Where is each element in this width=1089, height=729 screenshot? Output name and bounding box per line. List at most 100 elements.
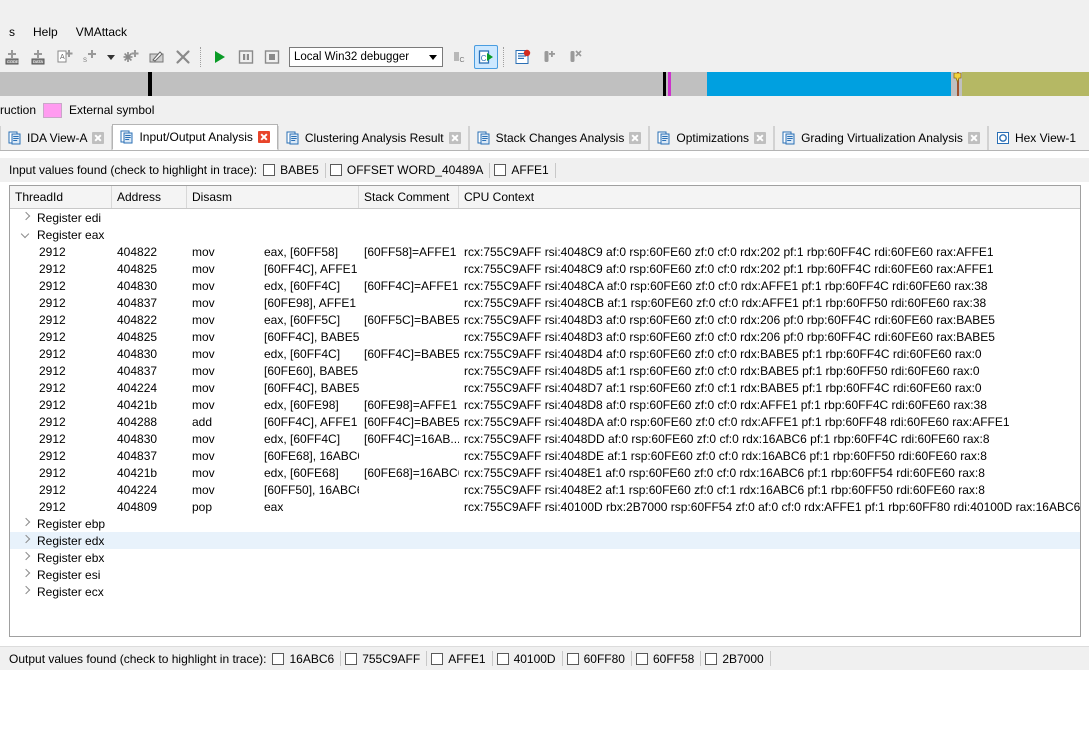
run-button[interactable] bbox=[208, 45, 232, 69]
input-value-item-affe1[interactable]: AFFE1 bbox=[494, 163, 554, 177]
make-struct-button[interactable]: S bbox=[79, 45, 103, 69]
menu-item-vmattack[interactable]: VMAttack bbox=[67, 22, 136, 42]
tab-grading-virtualization-analysis[interactable]: Grading Virtualization Analysis bbox=[774, 126, 988, 150]
breakpoint-delete-icon bbox=[570, 50, 582, 62]
output-value-item-60ff80[interactable]: 60FF80 bbox=[566, 652, 631, 666]
chevron-down-icon[interactable] bbox=[22, 230, 31, 239]
chevron-right-icon[interactable] bbox=[22, 570, 31, 579]
make-data-button[interactable]: DATA bbox=[27, 45, 51, 69]
tab-close-button[interactable] bbox=[754, 132, 767, 144]
output-value-item-755c9aff[interactable]: 755C9AFF bbox=[345, 652, 426, 666]
table-row[interactable]: 2912 404830 mov edx, [60FF4C] [60FF4C]=AFFE1… bbox=[10, 277, 1080, 294]
column-header-disasm[interactable]: Disasm bbox=[187, 186, 359, 208]
stop-button[interactable] bbox=[260, 45, 284, 69]
table-row[interactable]: 2912 404825 mov [60FF4C], AFFE1 rcx:755C9AFF… bbox=[10, 260, 1080, 277]
undefine-button[interactable] bbox=[171, 45, 195, 69]
step-into-button[interactable]: C bbox=[474, 45, 498, 69]
output-value-item-affe1[interactable]: AFFE1 bbox=[431, 652, 491, 666]
make-code-button[interactable]: CODE bbox=[1, 45, 25, 69]
table-row[interactable]: 2912 404837 mov [60FE98], AFFE1 rcx:755C9AFF… bbox=[10, 294, 1080, 311]
output-value-item-40100d[interactable]: 40100D bbox=[496, 652, 562, 666]
table-row[interactable]: 2912 404837 mov [60FE68], 16ABC6 rcx:755C9AF… bbox=[10, 447, 1080, 464]
navigator-band[interactable] bbox=[0, 72, 1089, 96]
table-group-row[interactable]: Register esi bbox=[10, 566, 1080, 583]
table-group-row[interactable]: Register ecx bbox=[10, 583, 1080, 600]
table-row[interactable]: 2912 404830 mov edx, [60FF4C] [60FF4C]=16AB.… bbox=[10, 430, 1080, 447]
table-row[interactable]: 2912 404822 mov eax, [60FF5C] [60FF5C]=BABE5… bbox=[10, 311, 1080, 328]
rename-button[interactable] bbox=[145, 45, 169, 69]
tab-close-button[interactable] bbox=[257, 131, 270, 143]
table-row[interactable]: 2912 404224 mov [60FF50], 16ABC6 rcx:755C9AF… bbox=[10, 481, 1080, 498]
tree-group-register-esi[interactable]: Register esi bbox=[10, 568, 100, 582]
column-header-stack-comment[interactable]: Stack Comment bbox=[359, 186, 459, 208]
menu-item-help[interactable]: Help bbox=[24, 22, 67, 42]
pause-button[interactable] bbox=[234, 45, 258, 69]
output-value-item-16abc6[interactable]: 16ABC6 bbox=[272, 652, 340, 666]
table-row[interactable]: 2912 404837 mov [60FE60], BABE5 rcx:755C9AFF… bbox=[10, 362, 1080, 379]
tree-group-register-ecx[interactable]: Register ecx bbox=[10, 585, 104, 599]
tree-group-register-eax[interactable]: Register eax bbox=[10, 228, 104, 242]
tab-optimizations[interactable]: Optimizations bbox=[649, 126, 775, 150]
checkbox-icon[interactable] bbox=[431, 652, 444, 665]
chevron-right-icon[interactable] bbox=[22, 519, 31, 528]
add-breakpoint-button[interactable] bbox=[537, 45, 561, 69]
column-header-address[interactable]: Address bbox=[112, 186, 187, 208]
table-row[interactable]: 2912 404825 mov [60FF4C], BABE5 rcx:755C9AFF… bbox=[10, 328, 1080, 345]
delete-breakpoint-button[interactable] bbox=[563, 45, 587, 69]
tab-close-button[interactable] bbox=[629, 132, 642, 144]
table-group-row[interactable]: Register eax bbox=[10, 226, 1080, 243]
checkbox-icon[interactable] bbox=[566, 652, 579, 665]
table-group-row[interactable]: Register ebx bbox=[10, 549, 1080, 566]
chevron-right-icon[interactable] bbox=[22, 213, 31, 222]
tab-close-button[interactable] bbox=[448, 132, 461, 144]
table-row[interactable]: 2912 404822 mov eax, [60FF58] [60FF58]=AFFE1… bbox=[10, 243, 1080, 260]
debugger-select[interactable]: Local Win32 debugger bbox=[289, 47, 443, 67]
tree-group-register-ebx[interactable]: Register ebx bbox=[10, 551, 104, 565]
navigator-cursor-marker[interactable] bbox=[953, 72, 962, 84]
chevron-right-icon[interactable] bbox=[22, 587, 31, 596]
checkbox-icon[interactable] bbox=[705, 652, 718, 665]
tab-stack-changes-analysis[interactable]: Stack Changes Analysis bbox=[468, 126, 650, 150]
trace-window-button[interactable] bbox=[511, 45, 535, 69]
make-unexplored-button[interactable] bbox=[119, 45, 143, 69]
tree-group-register-ebp[interactable]: Register ebp bbox=[10, 517, 105, 531]
tab-close-button[interactable] bbox=[92, 132, 105, 144]
tab-clustering-analysis-result[interactable]: Clustering Analysis Result bbox=[277, 126, 469, 150]
menu-item-0[interactable]: s bbox=[0, 22, 24, 42]
column-header-threadid[interactable]: ThreadId bbox=[10, 186, 112, 208]
checkbox-icon[interactable] bbox=[345, 652, 358, 665]
tab-input-output-analysis[interactable]: Input/Output Analysis bbox=[112, 124, 278, 150]
table-row[interactable]: 2912 404830 mov edx, [60FF4C] [60FF4C]=BABE5… bbox=[10, 345, 1080, 362]
checkbox-icon[interactable] bbox=[496, 652, 509, 665]
table-group-row[interactable]: Register edi bbox=[10, 209, 1080, 226]
input-value-item-babe5[interactable]: BABE5 bbox=[263, 163, 325, 177]
checkbox-icon[interactable] bbox=[635, 652, 648, 665]
tab-close-button[interactable] bbox=[967, 132, 980, 144]
struct-dropdown-arrow[interactable] bbox=[105, 45, 117, 69]
separator bbox=[489, 162, 491, 178]
column-header-cpu-context[interactable]: CPU Context bbox=[459, 186, 1080, 208]
table-row[interactable]: 2912 404809 pop eax rcx:755C9AFF rsi:40100D … bbox=[10, 498, 1080, 515]
table-row[interactable]: 2912 40421b mov edx, [60FE98] [60FE98]=AFFE1… bbox=[10, 396, 1080, 413]
output-value-item-60ff58[interactable]: 60FF58 bbox=[635, 652, 700, 666]
tree-group-register-edx[interactable]: Register edx bbox=[10, 534, 104, 548]
input-value-item-offset-word-40489a[interactable]: OFFSET WORD_40489A bbox=[329, 163, 490, 177]
run-to-cursor-button[interactable]: C bbox=[448, 45, 472, 69]
make-data-icon: DATA bbox=[31, 50, 45, 65]
checkbox-icon[interactable] bbox=[263, 164, 276, 176]
table-row[interactable]: 2912 40421b mov edx, [60FE68] [60FE68]=16ABC… bbox=[10, 464, 1080, 481]
make-ascii-button[interactable]: A bbox=[53, 45, 77, 69]
table-group-row[interactable]: Register edx bbox=[10, 532, 1080, 549]
checkbox-icon[interactable] bbox=[272, 652, 285, 665]
output-value-item-2b7000[interactable]: 2B7000 bbox=[705, 652, 769, 666]
tree-group-register-edi[interactable]: Register edi bbox=[10, 211, 101, 225]
chevron-right-icon[interactable] bbox=[22, 536, 31, 545]
table-row[interactable]: 2912 404224 mov [60FF4C], BABE5 rcx:755C9AFF… bbox=[10, 379, 1080, 396]
checkbox-icon[interactable] bbox=[494, 164, 507, 176]
chevron-right-icon[interactable] bbox=[22, 553, 31, 562]
tab-hex-view-1[interactable]: Hex View-1 bbox=[987, 126, 1089, 150]
table-row[interactable]: 2912 404288 add [60FF4C], AFFE1 [60FF4C]=BAB… bbox=[10, 413, 1080, 430]
tab-ida-view-a[interactable]: IDA View-A bbox=[0, 126, 113, 150]
checkbox-icon[interactable] bbox=[329, 164, 342, 176]
table-group-row[interactable]: Register ebp bbox=[10, 515, 1080, 532]
